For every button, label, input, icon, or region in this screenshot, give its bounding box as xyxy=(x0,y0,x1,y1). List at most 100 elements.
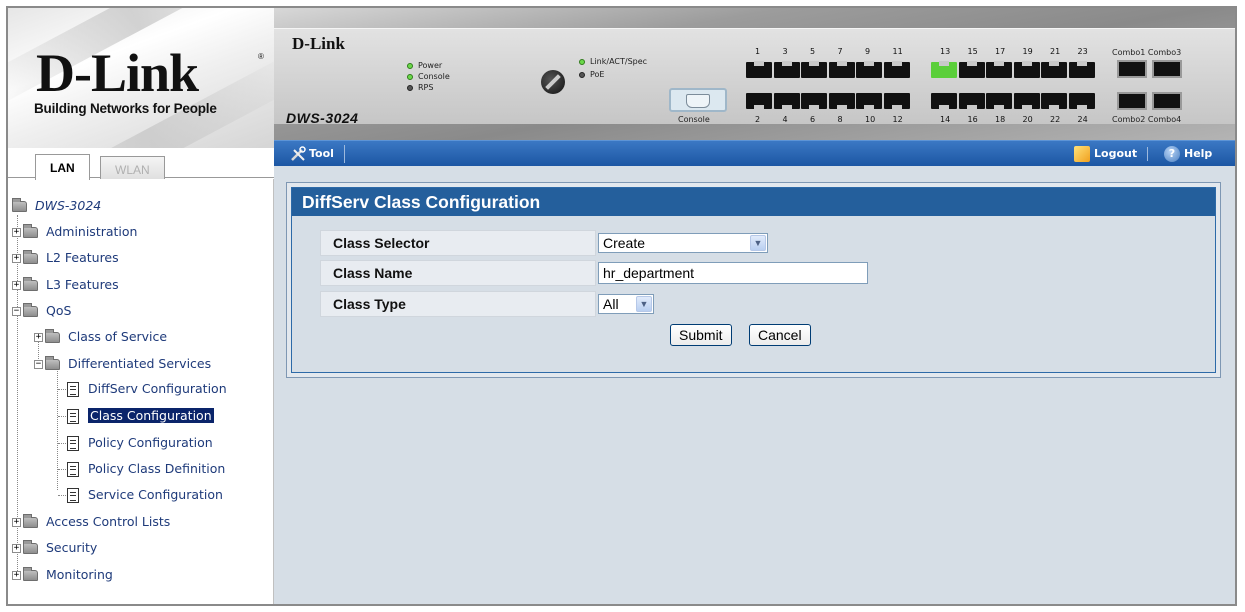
expand-icon[interactable]: + xyxy=(12,254,21,263)
ethernet-port-icon xyxy=(883,93,910,110)
selected-tree-label: Class Configuration xyxy=(88,408,214,423)
device-panel: D-Link DWS-3024 Power Console RPS Link/A… xyxy=(274,8,1235,140)
expand-icon[interactable]: + xyxy=(12,518,21,527)
led-console: Console xyxy=(407,72,450,81)
tree-item-diffserv-configuration[interactable]: DiffServ Configuration xyxy=(67,380,227,398)
port-number-label: 19 xyxy=(1022,47,1033,56)
ethernet-port-icon xyxy=(1068,61,1095,78)
open-folder-icon xyxy=(45,356,60,370)
class-selector-dropdown[interactable]: Create ▼ xyxy=(598,233,768,253)
help-icon: ? xyxy=(1164,146,1180,162)
document-icon xyxy=(67,382,79,397)
led-poe: PoE xyxy=(579,70,605,79)
port-number-label: 22 xyxy=(1050,115,1061,124)
ethernet-port-icon xyxy=(958,93,985,110)
tree-item-access-control-lists[interactable]: + Access Control Lists xyxy=(12,513,170,531)
class-type-label: Class Type xyxy=(320,291,596,317)
logout-button[interactable]: Logout xyxy=(1074,145,1137,163)
row-class-selector: Class Selector Create ▼ xyxy=(320,230,1188,256)
class-name-input[interactable]: hr_department xyxy=(598,262,868,284)
expand-icon[interactable]: + xyxy=(34,333,43,342)
port-number-label: 1 xyxy=(755,47,761,56)
chevron-down-icon[interactable]: ▼ xyxy=(750,235,766,251)
port-number-label: 9 xyxy=(865,47,871,56)
folder-icon xyxy=(23,540,38,554)
ethernet-port-icon xyxy=(931,93,957,110)
led-power: Power xyxy=(407,61,442,70)
ethernet-port-icon xyxy=(773,61,800,78)
port-number-label: 5 xyxy=(810,47,816,56)
logo-area: D-Link ® Building Networks for People xyxy=(8,8,274,148)
tool-icon xyxy=(291,146,306,161)
tree-item-l2-features[interactable]: + L2 Features xyxy=(12,249,119,267)
app-window: D-Link ® Building Networks for People LA… xyxy=(6,6,1237,606)
class-name-label: Class Name xyxy=(320,260,596,286)
cancel-button[interactable]: Cancel xyxy=(749,324,811,346)
tree-item-differentiated-services[interactable]: − Differentiated Services xyxy=(34,355,211,373)
tree-item-monitoring[interactable]: + Monitoring xyxy=(12,566,113,584)
chevron-down-icon[interactable]: ▼ xyxy=(636,296,652,312)
tree-item-class-configuration[interactable]: Class Configuration xyxy=(67,407,214,425)
help-button[interactable]: ? Help xyxy=(1164,145,1212,163)
document-icon xyxy=(67,488,79,503)
port-number-label: 10 xyxy=(865,115,876,124)
config-panel: DiffServ Class Configuration Class Selec… xyxy=(286,182,1221,378)
device-brand: D-Link xyxy=(292,34,345,53)
config-panel-inner: DiffServ Class Configuration Class Selec… xyxy=(291,187,1216,373)
tree-item-policy-class-definition[interactable]: Policy Class Definition xyxy=(67,460,225,478)
led-rps: RPS xyxy=(407,83,433,92)
collapse-icon[interactable]: − xyxy=(34,360,43,369)
sfp-port-icon xyxy=(1152,60,1182,78)
ethernet-port-icon xyxy=(931,61,957,78)
expand-icon[interactable]: + xyxy=(12,228,21,237)
toolbar: Tool Logout ? Help xyxy=(274,140,1235,166)
port-number-label: 17 xyxy=(995,47,1006,56)
open-folder-icon xyxy=(23,303,38,317)
tree-item-service-configuration[interactable]: Service Configuration xyxy=(67,486,223,504)
navigation-tree: DWS-3024 + Administration + L2 Features + L… xyxy=(8,179,274,604)
port-number-label: 18 xyxy=(995,115,1006,124)
ethernet-port-icon xyxy=(1041,61,1067,78)
tree-line xyxy=(57,362,58,490)
row-class-type: Class Type All ▼ xyxy=(320,291,1188,317)
ethernet-port-icon xyxy=(801,61,827,78)
folder-icon xyxy=(23,567,38,581)
tree-item-policy-configuration[interactable]: Policy Configuration xyxy=(67,434,213,452)
ethernet-port-icon xyxy=(746,93,772,110)
tree-item-administration[interactable]: + Administration xyxy=(12,223,137,241)
led-icon xyxy=(579,58,585,65)
port-number-label: 20 xyxy=(1022,115,1033,124)
expand-icon[interactable]: + xyxy=(12,544,21,553)
tab-lan[interactable]: LAN xyxy=(35,154,90,180)
document-icon xyxy=(67,409,79,424)
tab-wlan[interactable]: WLAN xyxy=(100,156,165,179)
tree-root[interactable]: DWS-3024 xyxy=(12,197,101,215)
led-icon xyxy=(407,73,413,80)
tree-item-security[interactable]: + Security xyxy=(12,539,97,557)
ethernet-port-icon xyxy=(746,61,772,78)
document-icon xyxy=(67,436,79,451)
ethernet-port-icon xyxy=(883,61,910,78)
ethernet-port-icon xyxy=(828,93,855,110)
port-number-label: 7 xyxy=(837,47,843,56)
tree-item-class-of-service[interactable]: + Class of Service xyxy=(34,328,167,346)
submit-button[interactable]: Submit xyxy=(670,324,732,346)
tree-item-l3-features[interactable]: + L3 Features xyxy=(12,276,119,294)
ethernet-port-icon xyxy=(828,61,855,78)
port-number-label: 21 xyxy=(1050,47,1061,56)
tool-button[interactable]: Tool xyxy=(290,145,345,163)
open-folder-icon xyxy=(12,198,27,212)
registered-mark: ® xyxy=(258,52,264,61)
led-link-act: Link/ACT/Spec xyxy=(579,57,647,66)
port-number-label: 4 xyxy=(782,115,788,124)
collapse-icon[interactable]: − xyxy=(12,307,21,316)
folder-icon xyxy=(45,329,60,343)
class-type-dropdown[interactable]: All ▼ xyxy=(598,294,654,314)
expand-icon[interactable]: + xyxy=(12,571,21,580)
expand-icon[interactable]: + xyxy=(12,281,21,290)
ethernet-port-icon xyxy=(856,93,882,110)
port-number-label: 12 xyxy=(892,115,903,124)
port-number-label: 16 xyxy=(967,115,978,124)
tree-item-qos[interactable]: − QoS xyxy=(12,302,71,320)
ethernet-port-icon xyxy=(1013,61,1040,78)
